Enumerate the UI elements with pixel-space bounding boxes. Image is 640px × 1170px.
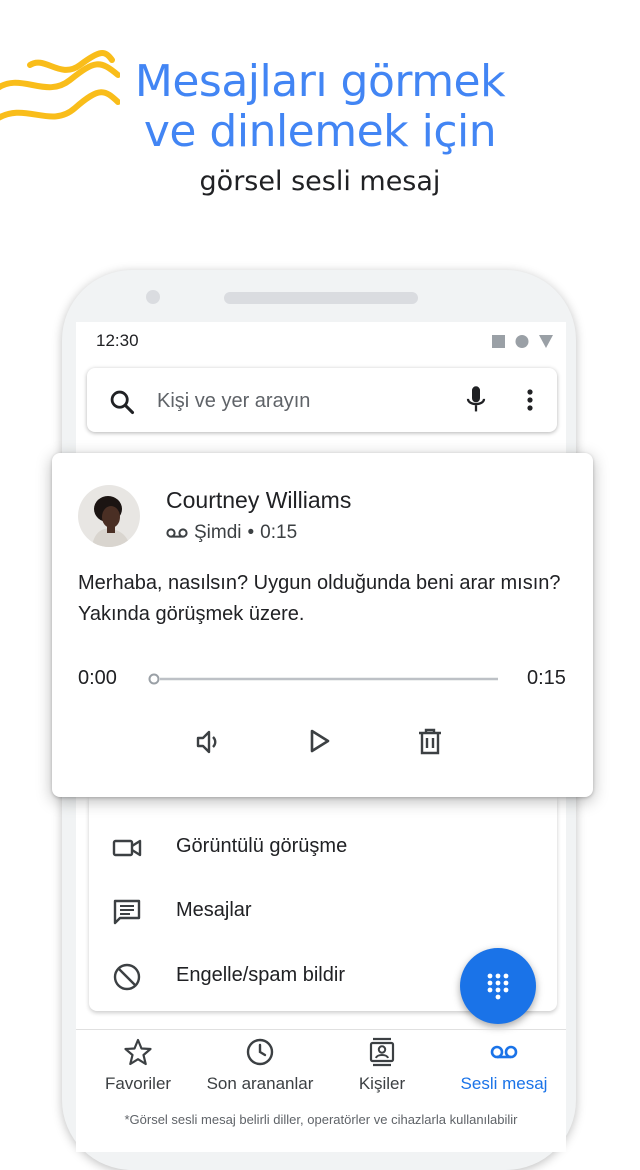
headline-line-1: Mesajları görmek [134, 56, 506, 107]
nav-voicemail-label: Sesli mesaj [460, 1074, 548, 1093]
nav-favorites[interactable]: Favoriler [76, 1036, 200, 1094]
mic-icon[interactable] [462, 384, 490, 416]
nav-recents[interactable]: Son arananlar [198, 1036, 322, 1094]
status-time: 12:30 [96, 331, 139, 350]
front-camera [146, 290, 160, 304]
contacts-icon [369, 1037, 395, 1067]
voicemail-time: Şimdi [194, 522, 242, 543]
search-icon[interactable] [108, 388, 136, 416]
status-icons [492, 335, 553, 348]
nav-contacts[interactable]: Kişiler [320, 1036, 444, 1094]
meta-separator: • [247, 522, 255, 543]
dialpad-icon [487, 973, 509, 1000]
action-video-call[interactable]: Görüntülü görüşme [176, 835, 347, 858]
avatar [78, 485, 140, 547]
seek-thumb[interactable] [148, 673, 160, 685]
video-call-icon [112, 839, 142, 857]
play-icon[interactable] [304, 726, 334, 756]
speaker-icon[interactable] [194, 727, 224, 757]
voicemail-meta: Şimdi • 0:15 [166, 522, 297, 544]
delete-icon[interactable] [415, 726, 445, 756]
voicemail-small-icon [166, 528, 188, 538]
voicemail-duration: 0:15 [260, 522, 298, 543]
action-block-spam[interactable]: Engelle/spam bildir [176, 964, 345, 987]
headline-line-2: ve dinlemek için [143, 106, 497, 157]
more-vert-icon[interactable] [520, 384, 540, 416]
nav-recents-label: Son arananlar [206, 1074, 314, 1093]
message-icon [113, 899, 141, 925]
nav-contacts-label: Kişiler [358, 1074, 406, 1093]
earpiece-speaker [224, 292, 418, 304]
nav-favorites-label: Favoriler [104, 1074, 172, 1093]
star-icon [124, 1038, 152, 1066]
caller-name: Courtney Williams [166, 487, 352, 513]
search-placeholder[interactable]: Kişi ve yer arayın [157, 390, 310, 413]
subheadline: görsel sesli mesaj [199, 166, 441, 197]
voicemail-icon [490, 1045, 518, 1059]
playback-position: 0:00 [78, 667, 117, 689]
clock-icon [246, 1038, 274, 1066]
footnote: *Görsel sesli mesaj belirli diller, oper… [124, 1112, 518, 1127]
nav-voicemail[interactable]: Sesli mesaj [442, 1036, 566, 1094]
block-icon [113, 963, 141, 991]
wave-decoration-icon [0, 50, 120, 121]
action-messages[interactable]: Mesajlar [176, 899, 252, 922]
seek-bar[interactable] [148, 672, 500, 686]
bottom-nav-divider [76, 1029, 566, 1030]
playback-length: 0:15 [527, 667, 566, 689]
dialpad-fab[interactable] [460, 948, 536, 1024]
voicemail-transcript: Merhaba, nasılsın? Uygun olduğunda beni … [78, 572, 561, 625]
